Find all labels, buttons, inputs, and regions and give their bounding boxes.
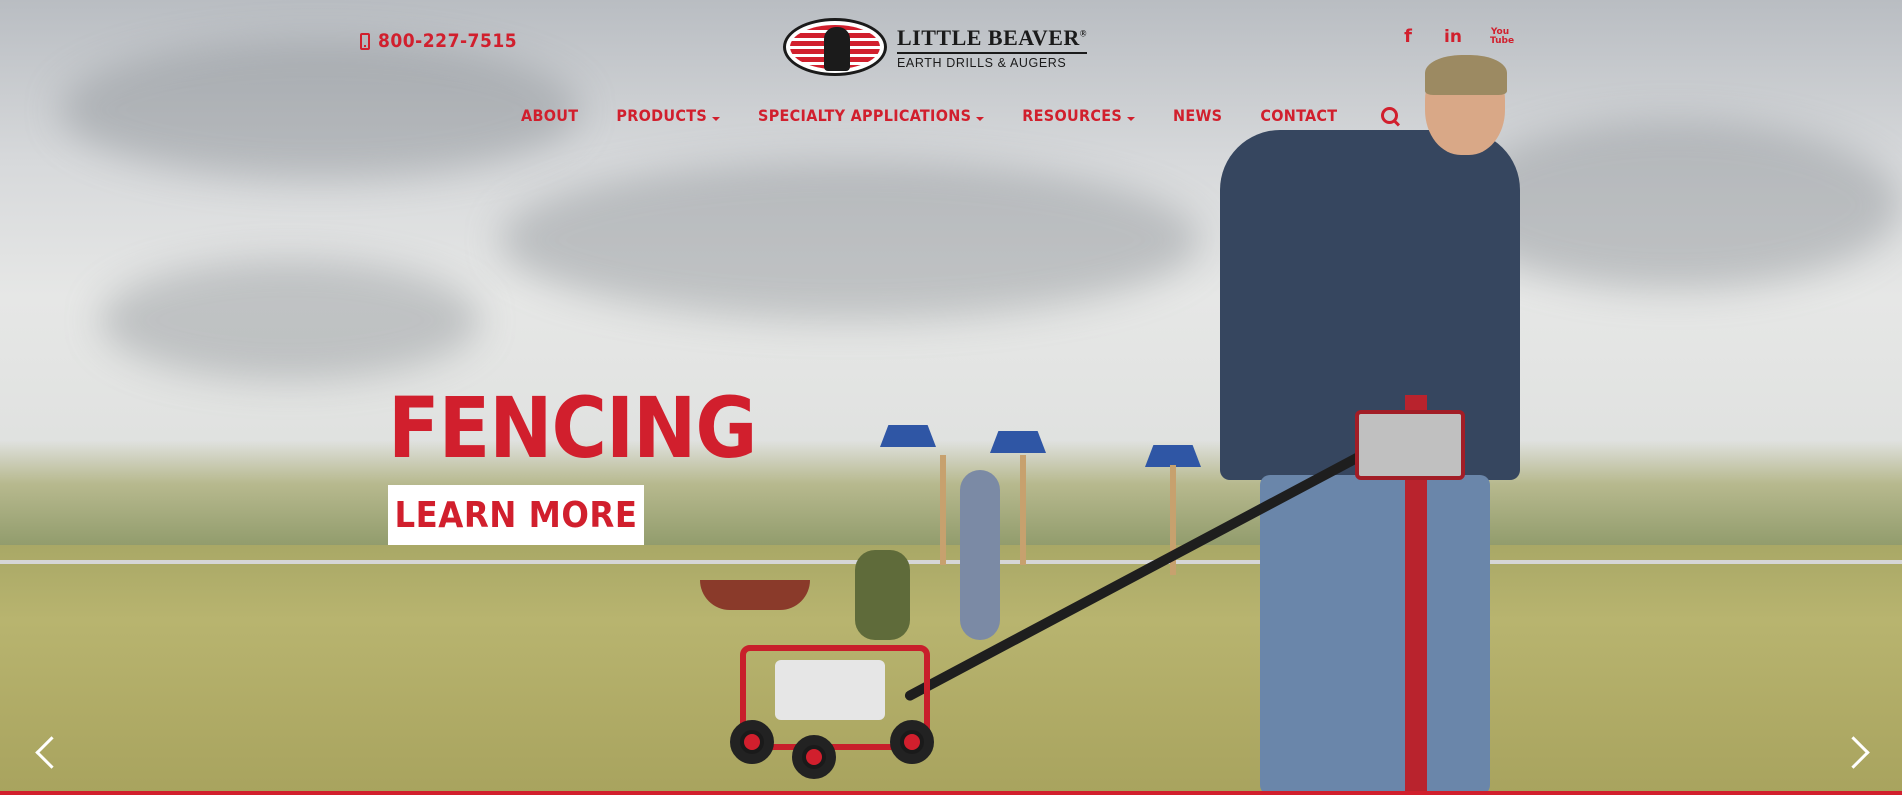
- facebook-icon[interactable]: f: [1400, 26, 1416, 47]
- nav-products-label: Products: [616, 106, 708, 125]
- learn-more-button[interactable]: LEARN MORE: [388, 485, 644, 545]
- nav-contact[interactable]: Contact: [1260, 106, 1337, 125]
- nav-contact-label: Contact: [1260, 106, 1338, 125]
- main-nav: About Products Specialty Applications Re…: [521, 106, 1399, 125]
- nav-about-label: About: [521, 106, 579, 125]
- cloud: [100, 260, 480, 380]
- logo-title-text: LITTLE BEAVER: [897, 24, 1080, 50]
- caret-down-icon: [976, 116, 985, 121]
- search-icon[interactable]: [1381, 106, 1399, 125]
- chevron-left-icon[interactable]: [34, 733, 56, 769]
- little-beaver-logo-icon: [783, 18, 887, 76]
- phone-icon: [360, 32, 370, 50]
- youtube-icon-bottom: Tube: [1490, 35, 1515, 46]
- caret-down-icon: [712, 116, 721, 121]
- playground-roof: [990, 431, 1046, 453]
- nav-about[interactable]: About: [521, 106, 578, 125]
- social-links: f in You Tube: [1400, 26, 1514, 47]
- standing-worker: [960, 470, 1000, 640]
- playground-post: [940, 455, 946, 565]
- nav-news-label: News: [1173, 106, 1223, 125]
- wheel: [792, 735, 836, 779]
- playground-post: [1020, 455, 1026, 565]
- nav-news[interactable]: News: [1173, 106, 1222, 125]
- phone-link[interactable]: 800-227-7515: [360, 30, 517, 52]
- playground-roof: [1145, 445, 1201, 467]
- power-unit-engine: [775, 660, 885, 720]
- operator-hair: [1425, 55, 1507, 95]
- slide-title: FENCING: [388, 379, 757, 477]
- nav-specialty-applications-label: Specialty Applications: [758, 106, 972, 125]
- wheel: [730, 720, 774, 764]
- playground-roof: [880, 425, 936, 447]
- cloud: [60, 40, 580, 180]
- caret-down-icon: [1127, 116, 1136, 121]
- wheel: [890, 720, 934, 764]
- cloud: [500, 160, 1200, 320]
- logo-text: LITTLE BEAVER® EARTH DRILLS & AUGERS: [897, 24, 1088, 70]
- logo-auger-mark: [824, 27, 850, 71]
- logo-title: LITTLE BEAVER®: [897, 24, 1088, 54]
- slider-bottom-bar: [0, 791, 1902, 795]
- wheelbarrow: [700, 580, 810, 610]
- nav-resources[interactable]: Resources: [1022, 106, 1136, 125]
- registered-mark: ®: [1079, 28, 1088, 39]
- kneeling-worker: [855, 550, 910, 640]
- nav-resources-label: Resources: [1022, 106, 1123, 125]
- site-logo[interactable]: LITTLE BEAVER® EARTH DRILLS & AUGERS: [783, 18, 1088, 76]
- logo-subtitle: EARTH DRILLS & AUGERS: [897, 55, 1067, 70]
- operator-legs: [1260, 475, 1490, 795]
- chevron-right-icon[interactable]: [1846, 733, 1868, 769]
- nav-specialty-applications[interactable]: Specialty Applications: [758, 106, 985, 125]
- auger-powerhead: [1355, 410, 1465, 480]
- nav-products[interactable]: Products: [616, 106, 721, 125]
- youtube-icon[interactable]: You Tube: [1490, 27, 1514, 46]
- linkedin-icon[interactable]: in: [1442, 27, 1464, 47]
- phone-number: 800-227-7515: [378, 30, 518, 52]
